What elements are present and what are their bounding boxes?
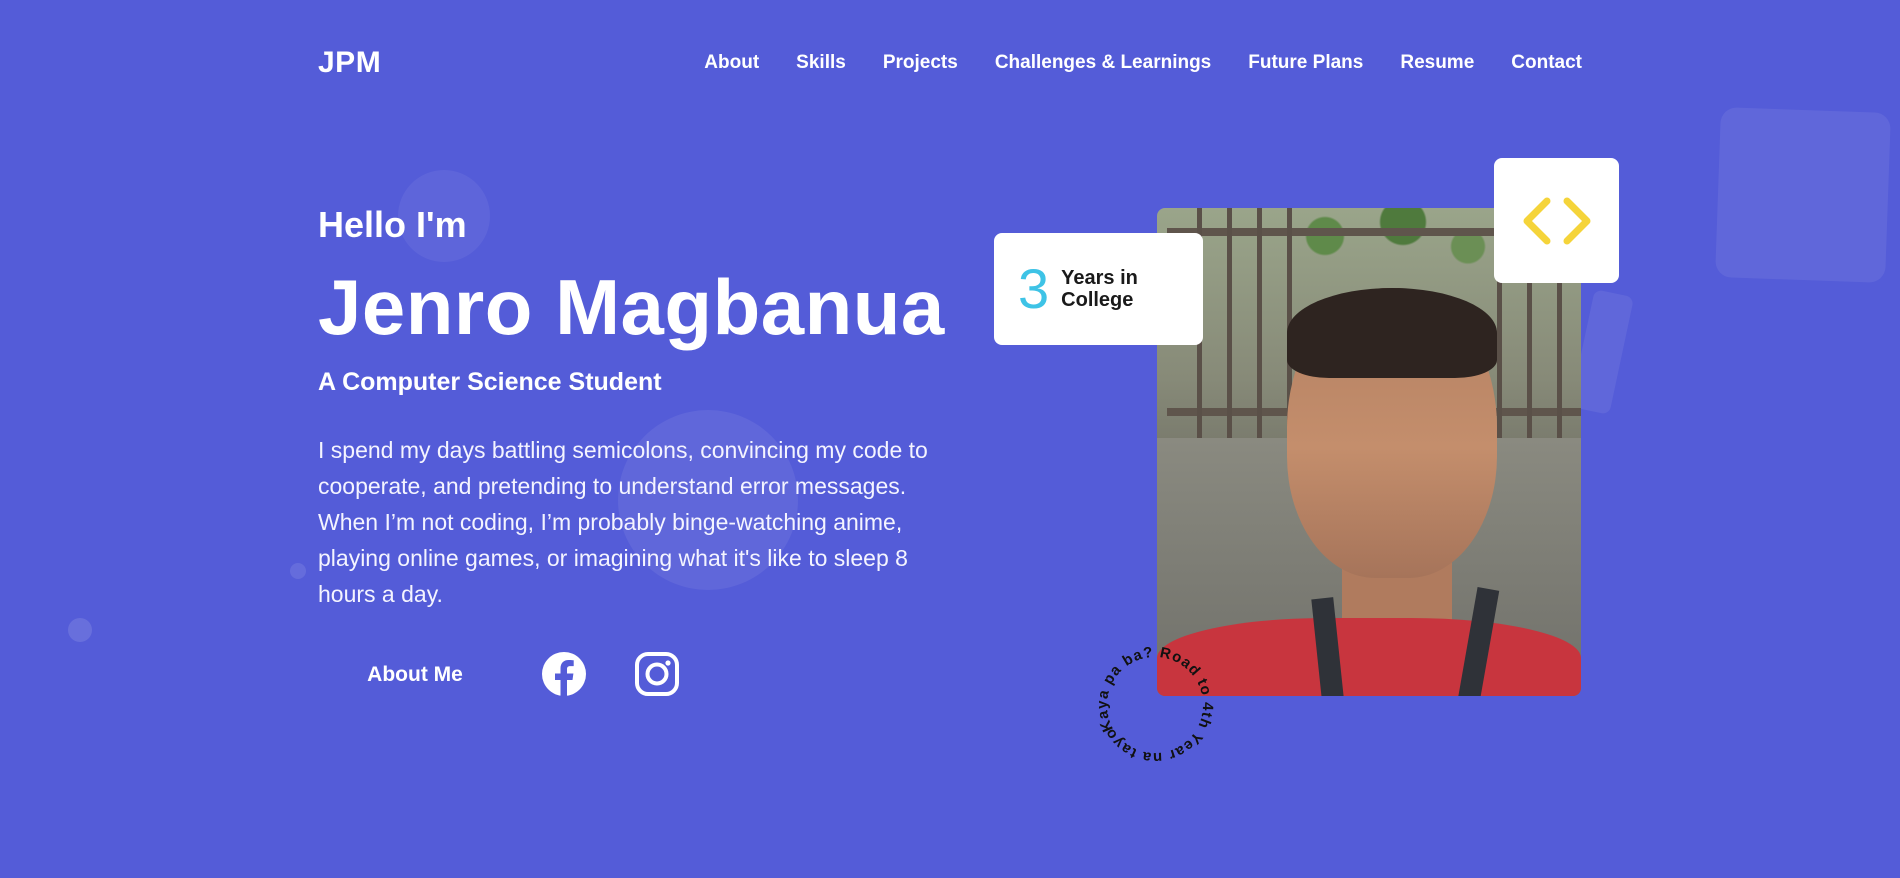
years-in-college-card: 3 Years in College bbox=[994, 233, 1203, 345]
facebook-icon[interactable] bbox=[541, 651, 587, 697]
nav-resume[interactable]: Resume bbox=[1400, 52, 1474, 74]
photo-shirt bbox=[1157, 618, 1581, 696]
nav-contact[interactable]: Contact bbox=[1511, 52, 1582, 74]
photo-foliage bbox=[1247, 208, 1507, 278]
hero-greeting: Hello I'm bbox=[318, 204, 467, 245]
decor-dot bbox=[290, 563, 306, 579]
code-card bbox=[1494, 158, 1619, 283]
hero-name: Jenro Magbanua bbox=[318, 263, 945, 351]
nav-skills[interactable]: Skills bbox=[796, 52, 846, 74]
photo-hair bbox=[1287, 288, 1497, 378]
hero-bio: I spend my days battling semicolons, con… bbox=[318, 437, 928, 607]
decor-square bbox=[1715, 107, 1891, 283]
nav-projects[interactable]: Projects bbox=[883, 52, 958, 74]
instagram-icon[interactable] bbox=[634, 651, 680, 697]
code-brackets-icon bbox=[1523, 197, 1590, 244]
photo-fence-bar bbox=[1257, 208, 1262, 438]
about-me-button[interactable]: About Me bbox=[318, 652, 512, 698]
main-nav: About Skills Projects Challenges & Learn… bbox=[667, 52, 1582, 74]
site-logo[interactable]: JPM bbox=[318, 46, 381, 80]
hero-role: A Computer Science Student bbox=[318, 368, 662, 396]
years-value: 3 bbox=[1018, 257, 1050, 320]
svg-text:Kaya pa ba? Road to 4th Year n: Kaya pa ba? Road to 4th Year na tayo. bbox=[1090, 640, 1220, 770]
decor-dot bbox=[68, 618, 92, 642]
site-header: JPM About Skills Projects Challenges & L… bbox=[318, 40, 1582, 86]
circular-text-badge: Kaya pa ba? Road to 4th Year na tayo. bbox=[1090, 640, 1220, 770]
circular-text: Kaya pa ba? Road to 4th Year na tayo. bbox=[1090, 640, 1220, 770]
years-label: Years in College bbox=[1061, 267, 1138, 311]
nav-about[interactable]: About bbox=[704, 52, 759, 74]
photo-fence-bar bbox=[1227, 208, 1232, 438]
nav-future-plans[interactable]: Future Plans bbox=[1248, 52, 1363, 74]
nav-challenges-learnings[interactable]: Challenges & Learnings bbox=[995, 52, 1211, 74]
